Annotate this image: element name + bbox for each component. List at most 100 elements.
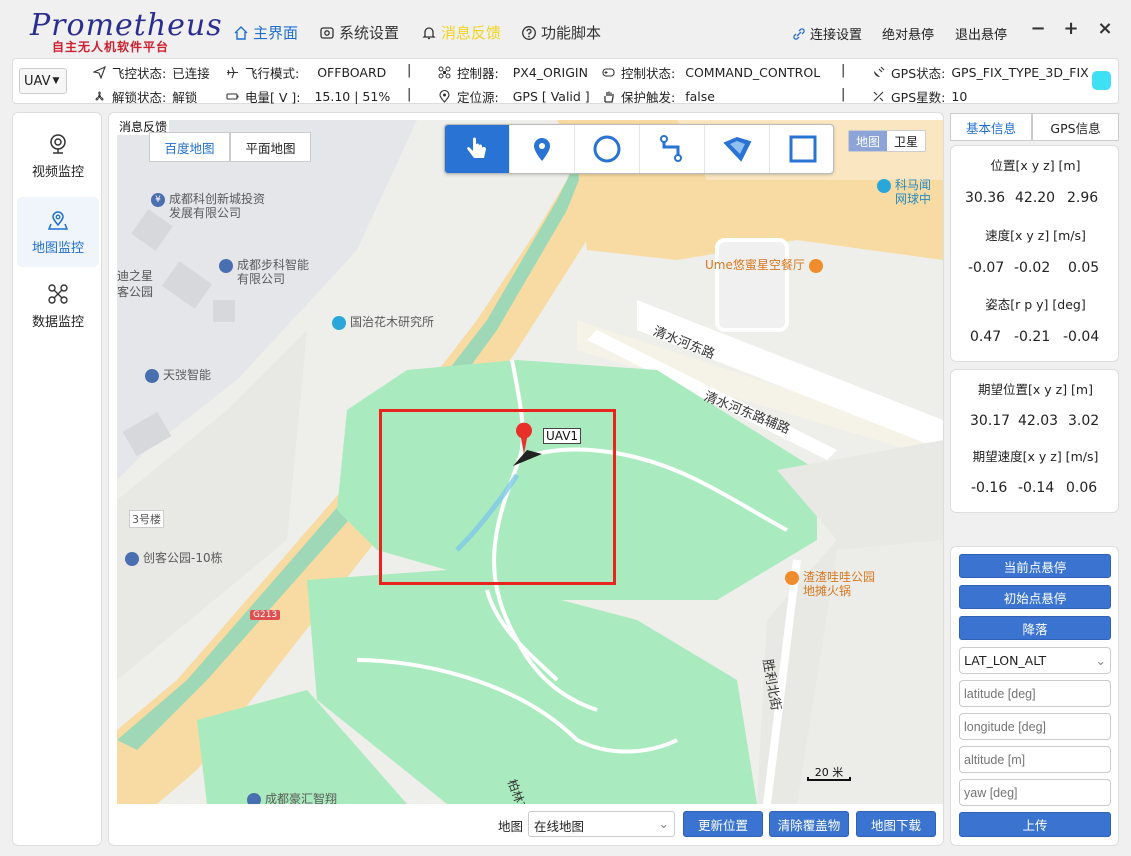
tab-flat-map[interactable]: 平面地图 <box>230 132 311 162</box>
desired-velocity-x: -0.16 <box>971 480 1008 496</box>
desired-position-z: 3.02 <box>1068 413 1100 429</box>
hand-pointer-icon <box>467 137 486 158</box>
map-source-select[interactable]: 在线地图 ⌄ <box>528 811 675 837</box>
rectangle-tool-button[interactable] <box>770 125 835 173</box>
marker-tool-button[interactable] <box>510 125 575 173</box>
send-icon <box>93 66 106 79</box>
nav-settings[interactable]: 系统设置 <box>319 22 399 43</box>
gps-status: GPS状态: GPS_FIX_TYPE_3D_FIX <box>872 63 1089 82</box>
tab-basic-info[interactable]: 基本信息 <box>950 113 1032 141</box>
nav-scripts[interactable]: 功能脚本 <box>521 22 601 43</box>
hover-current-button[interactable]: 当前点悬停 <box>959 554 1111 578</box>
absolute-hover-label: 绝对悬停 <box>882 28 935 43</box>
status-bar: UAV ▼ 飞控状态: 已连接 飞行模式: OFFBOARD | 控制器: PX4… <box>12 58 1119 105</box>
maximize-button[interactable]: + <box>1062 18 1080 39</box>
polygon-tool-button[interactable] <box>705 125 770 173</box>
webcam-icon <box>50 134 66 154</box>
poi-marker[interactable]: 科马闻 网球中 <box>877 178 931 206</box>
altitude-input[interactable] <box>959 746 1111 773</box>
hover-initial-button[interactable]: 初始点悬停 <box>959 585 1111 609</box>
controller: 控制器: PX4_ORIGIN <box>438 63 588 82</box>
map-source-value: 在线地图 <box>534 819 585 834</box>
latitude-input[interactable] <box>959 680 1111 707</box>
poi-icon <box>125 552 139 566</box>
nav-map-monitor[interactable]: 地图监控 <box>17 197 99 267</box>
position-label: 位置[x y z] [m] <box>990 158 1081 173</box>
close-button[interactable]: × <box>1096 18 1114 39</box>
poi-marker[interactable]: Ume悠蜜星空餐厅 <box>705 258 823 273</box>
gps-status-label: GPS状态: <box>891 66 946 81</box>
map-type-map[interactable]: 地图 <box>849 131 887 151</box>
location-pin-icon <box>439 90 450 103</box>
minimize-button[interactable]: − <box>1029 18 1047 39</box>
map-type-satellite[interactable]: 卫星 <box>887 131 925 151</box>
state-info-box: 位置[x y z] [m] 30.36 42.20 2.96 速度[x y z]… <box>950 145 1119 362</box>
uav-label: UAV1 <box>543 428 582 444</box>
poi-marker[interactable]: 成都豪汇智翔 <box>247 792 337 804</box>
desired-velocity-y: -0.14 <box>1018 480 1055 496</box>
connect-settings-button[interactable]: 连接设置 <box>792 24 862 43</box>
desired-position-label: 期望位置[x y z] [m] <box>978 382 1093 397</box>
map-download-button[interactable]: 地图下载 <box>856 811 936 837</box>
fork-icon <box>808 259 823 273</box>
chevron-down-icon: ▼ <box>52 76 60 86</box>
desired-position-y: 42.03 <box>1018 413 1059 429</box>
poi-icon <box>785 571 799 585</box>
controller-label: 控制器: <box>457 66 499 81</box>
flight-mode: 飞行模式: OFFBOARD <box>226 63 386 82</box>
uav-select[interactable]: UAV ▼ <box>19 68 67 94</box>
nav-feedback[interactable]: 消息反馈 <box>421 22 501 43</box>
circle-icon <box>593 135 621 163</box>
pointer-tool-button[interactable] <box>445 125 510 173</box>
poi-marker[interactable]: 国治花木研究所 <box>332 315 434 330</box>
scale-bar <box>807 777 851 781</box>
absolute-hover-button[interactable]: 绝对悬停 <box>882 24 934 43</box>
poi-marker[interactable]: 创客公园-10栋 <box>125 551 223 566</box>
separator: | <box>841 87 846 102</box>
polyline-icon <box>660 135 682 162</box>
battery-label: 电量[ V ]: <box>245 90 301 105</box>
link-icon <box>793 27 805 40</box>
clear-overlays-button[interactable]: 清除覆盖物 <box>769 811 849 837</box>
home-icon <box>234 25 248 40</box>
flight-mode-label: 飞行模式: <box>245 66 300 81</box>
fc-status-value: 已连接 <box>172 66 210 81</box>
desired-velocity-z: 0.06 <box>1066 480 1098 496</box>
exit-hover-button[interactable]: 退出悬停 <box>955 24 1007 43</box>
nav-map-label: 地图监控 <box>31 241 84 256</box>
land-button[interactable]: 降落 <box>959 616 1111 640</box>
nav-data-monitor[interactable]: 数据监控 <box>17 271 99 341</box>
nav-video-label: 视频监控 <box>31 165 84 180</box>
location-source-value: GPS [ Valid ] <box>512 89 590 104</box>
yaw-input[interactable] <box>959 779 1111 806</box>
satellite-icon <box>874 66 885 77</box>
nav-video-monitor[interactable]: 视频监控 <box>17 121 99 191</box>
attitude-pitch: -0.21 <box>1014 329 1051 345</box>
upload-button[interactable]: 上传 <box>959 812 1111 837</box>
map-source-label: 地图 <box>498 819 524 834</box>
frame-select[interactable]: LAT_LON_ALT ⌄ <box>959 647 1111 674</box>
bell-icon <box>422 26 436 39</box>
fc-status: 飞控状态: 已连接 <box>93 63 210 82</box>
poi-marker[interactable]: 天弢智能 <box>145 368 211 383</box>
poi-marker[interactable]: ¥ 成都科创新城投资 发展有限公司 <box>151 192 265 220</box>
tab-baidu-map[interactable]: 百度地图 <box>149 132 230 162</box>
desired-position-x: 30.17 <box>970 413 1011 429</box>
poi-icon <box>145 369 159 383</box>
nav-home[interactable]: 主界面 <box>233 22 298 43</box>
longitude-input[interactable] <box>959 713 1111 740</box>
poi-icon <box>332 316 346 330</box>
arm-status-value: 解锁 <box>172 90 198 105</box>
drone-icon <box>438 66 451 79</box>
map-type-toggle: 地图 卫星 <box>848 130 926 152</box>
poi-marker[interactable]: 渣渣哇哇公园 地摊火锅 <box>785 570 875 598</box>
tab-gps-info[interactable]: GPS信息 <box>1032 113 1119 141</box>
circle-tool-button[interactable] <box>575 125 640 173</box>
poi-marker[interactable]: 成都步科智能 有限公司 <box>219 258 309 286</box>
update-position-button[interactable]: 更新位置 <box>683 811 763 837</box>
uav-select-value: UAV <box>24 73 51 89</box>
polyline-tool-button[interactable] <box>640 125 705 173</box>
velocity-y: -0.02 <box>1014 260 1051 276</box>
position-y: 42.20 <box>1015 190 1056 206</box>
fc-status-label: 飞控状态: <box>112 66 167 81</box>
